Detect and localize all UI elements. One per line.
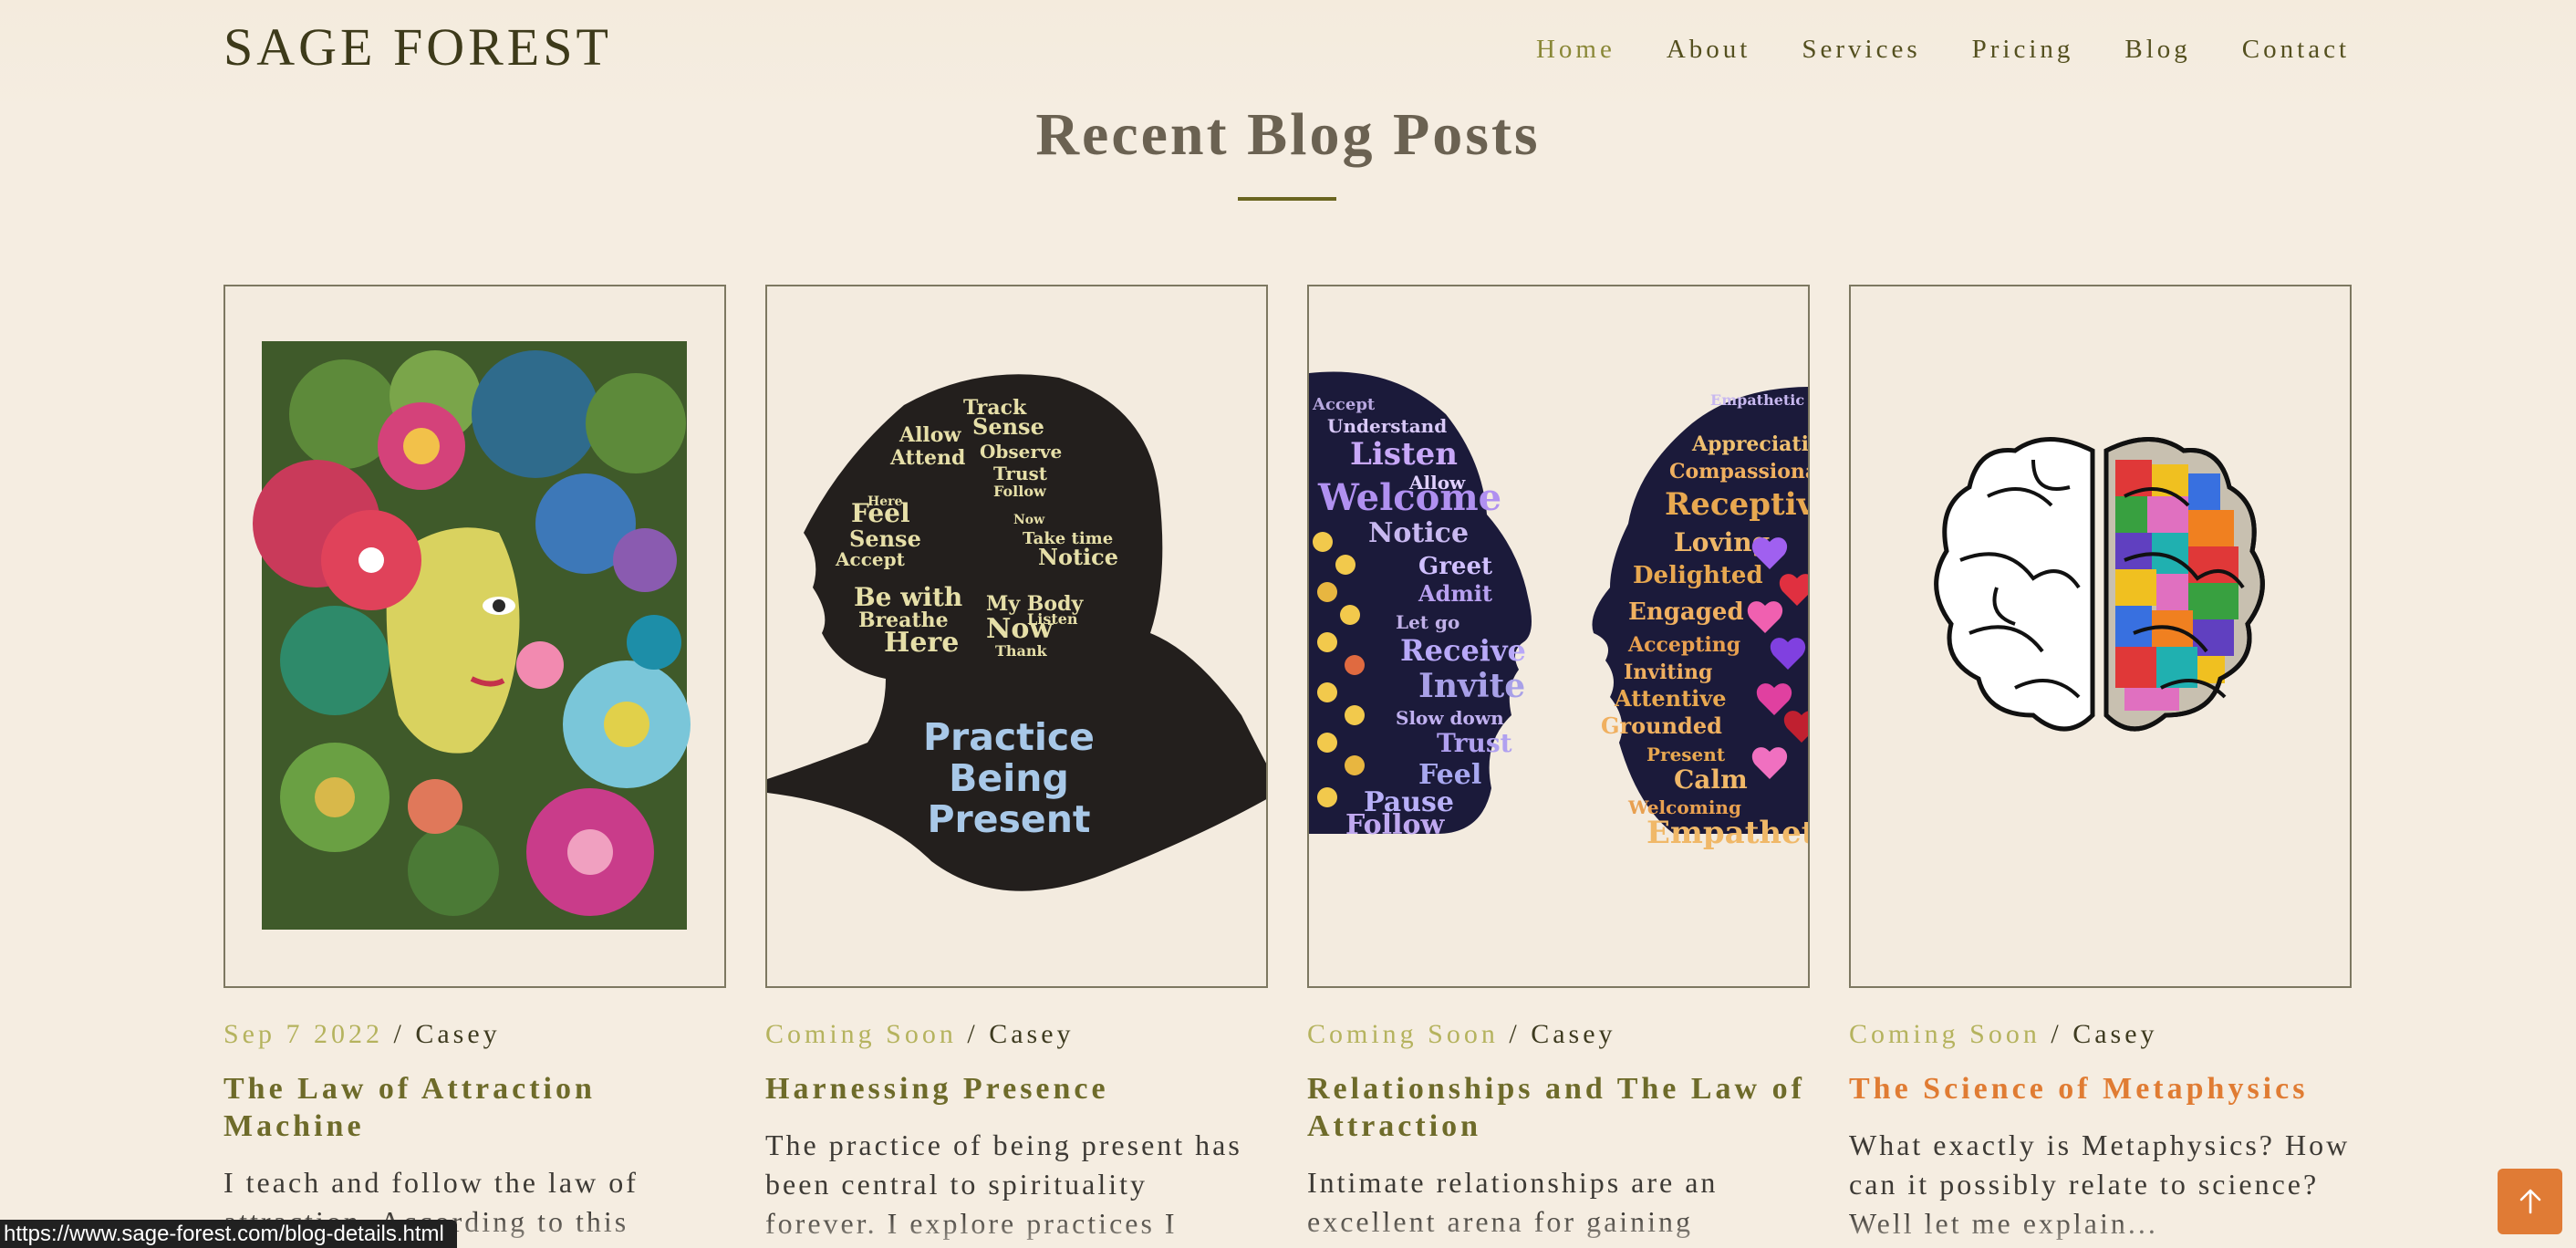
- art-caption-line: Practice: [923, 715, 1095, 759]
- art-word: Receptive: [1665, 486, 1810, 523]
- post-meta: Coming Soon / Casey: [1849, 1019, 2158, 1049]
- art-word: Receive: [1400, 633, 1526, 668]
- art-word: Admit: [1418, 580, 1492, 607]
- status-bar-url: https://www.sage-forest.com/blog-details…: [0, 1220, 457, 1248]
- art-word: Empathetic: [1646, 815, 1810, 851]
- art-word: Allow: [898, 423, 961, 447]
- post-excerpt: Intimate relationships are an excellent …: [1307, 1166, 1719, 1238]
- blog-card-image-link[interactable]: Track Allow Sense Attend Observe Trust F…: [765, 285, 1268, 988]
- art-word: Listen: [1027, 610, 1078, 628]
- brain-illustration: [1934, 437, 2265, 732]
- art-word: Attend: [889, 446, 965, 470]
- nav-about[interactable]: About: [1667, 35, 1751, 65]
- post-author: Casey: [1531, 1019, 1616, 1049]
- art-word: Notice: [1368, 517, 1469, 549]
- scroll-to-top-button[interactable]: [2498, 1169, 2562, 1234]
- post-date: Sep 7 2022: [223, 1019, 383, 1049]
- nav-pricing[interactable]: Pricing: [1972, 35, 2074, 65]
- nav-blog[interactable]: Blog: [2124, 35, 2190, 65]
- site-header: SAGE FOREST Home About Services Pricing …: [0, 0, 2576, 109]
- nav-home[interactable]: Home: [1536, 35, 1615, 65]
- art-caption-line: Present: [927, 797, 1090, 841]
- art-word: Invite: [1418, 667, 1525, 705]
- art-word: Delighted: [1633, 562, 1763, 589]
- post-date: Coming Soon: [1849, 1019, 2041, 1049]
- art-word: Trust: [1437, 728, 1512, 758]
- post-meta: Sep 7 2022 / Casey: [223, 1019, 501, 1049]
- art-word: Let go: [1396, 611, 1459, 633]
- art-word: Understand: [1327, 415, 1447, 437]
- section-title: Recent Blog Posts: [1035, 101, 1541, 168]
- blog-card: Track Allow Sense Attend Observe Trust F…: [765, 285, 1268, 1243]
- blog-card: Sep 7 2022 / Casey The Law of Attraction…: [223, 285, 726, 1242]
- blog-card-image-link[interactable]: [1849, 285, 2352, 988]
- art-word: Now: [1013, 513, 1045, 527]
- post-excerpt: The practice of being present has been c…: [765, 1128, 1242, 1240]
- art-word: Accept: [1312, 395, 1376, 414]
- art-word: Follow: [1345, 809, 1445, 841]
- art-word: Appreciative: [1691, 432, 1810, 456]
- post-excerpt: What exactly is Metaphysics? How can it …: [1849, 1128, 2351, 1240]
- post-meta: Coming Soon / Casey: [765, 1019, 1075, 1049]
- arrow-up-icon: [2519, 1189, 2540, 1214]
- nav-services[interactable]: Services: [1802, 35, 1920, 65]
- art-word: Accepting: [1627, 633, 1740, 657]
- art-word: Listen: [1350, 436, 1458, 473]
- post-author: Casey: [415, 1019, 501, 1049]
- post-date: Coming Soon: [765, 1019, 957, 1049]
- art-caption-line: Being: [949, 756, 1069, 800]
- post-title-link[interactable]: The Science of Metaphysics: [1849, 1070, 2352, 1108]
- art-word: Accept: [835, 548, 906, 570]
- art-word: Here: [867, 494, 903, 509]
- art-word: Slow down: [1396, 707, 1504, 729]
- post-author: Casey: [2072, 1019, 2158, 1049]
- post-date: Coming Soon: [1307, 1019, 1499, 1049]
- blog-card: Coming Soon / Casey The Science of Metap…: [1849, 285, 2352, 1243]
- post-title-link[interactable]: Relationships and The Law of Attraction: [1307, 1070, 1810, 1145]
- post-title-link[interactable]: The Law of Attraction Machine: [223, 1070, 726, 1145]
- art-word: Calm: [1674, 764, 1748, 795]
- main-nav: Home About Services Pricing Blog Contact: [1485, 35, 2350, 65]
- site-logo[interactable]: SAGE FOREST: [223, 16, 612, 78]
- art-word: Empathetic: [1710, 391, 1804, 409]
- art-word: Welcome: [1317, 476, 1501, 519]
- nav-contact[interactable]: Contact: [2242, 35, 2350, 65]
- art-word: Greet: [1418, 553, 1492, 580]
- art-word: Attentive: [1614, 685, 1727, 712]
- art-word: Present: [1646, 744, 1726, 765]
- art-word: Trust: [993, 463, 1048, 484]
- art-word: Engaged: [1628, 598, 1744, 626]
- art-word: Thank: [995, 642, 1048, 660]
- post-title-link[interactable]: Harnessing Presence: [765, 1070, 1268, 1108]
- blog-card: Accept Understand Listen Allow Welcome N…: [1307, 285, 1810, 1242]
- two-faces-illustration: Accept Understand Listen Allow Welcome N…: [1309, 371, 1810, 851]
- art-word: Follow: [993, 483, 1047, 500]
- post-meta: Coming Soon / Casey: [1307, 1019, 1616, 1049]
- art-word: Notice: [1038, 544, 1118, 570]
- art-word: Compassionate: [1669, 460, 1810, 484]
- blog-card-image-link[interactable]: [223, 285, 726, 988]
- art-word: Grounded: [1601, 712, 1722, 739]
- art-word: Here: [884, 627, 959, 659]
- post-author: Casey: [989, 1019, 1075, 1049]
- blog-card-image-link[interactable]: Accept Understand Listen Allow Welcome N…: [1307, 285, 1810, 988]
- art-word: Sense: [972, 413, 1044, 440]
- art-word: Inviting: [1624, 660, 1712, 684]
- head-silhouette-illustration: Track Allow Sense Attend Observe Trust F…: [767, 374, 1266, 891]
- floral-woman-illustration: [253, 341, 691, 930]
- title-divider: [1238, 197, 1336, 201]
- art-word: Observe: [980, 441, 1062, 463]
